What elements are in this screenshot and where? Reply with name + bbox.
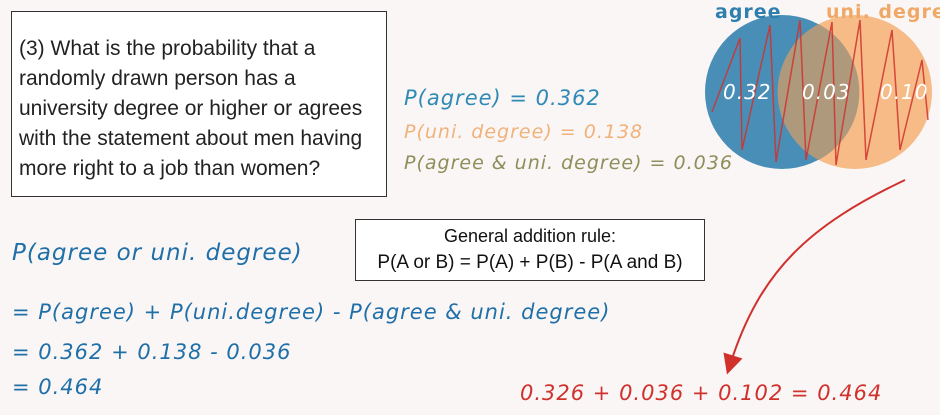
venn-region-uni-only: 0.10 [880, 80, 929, 104]
venn-label-agree: agree [715, 1, 782, 23]
work-lhs: P(agree or uni. degree) [12, 240, 303, 266]
venn-region-both: 0.03 [802, 80, 851, 104]
work-line2: = 0.362 + 0.138 - 0.036 [12, 340, 292, 364]
work-line3: = 0.464 [12, 375, 104, 399]
rule-title: General addition rule: [443, 226, 617, 246]
work-line1: = P(agree) + P(uni.degree) - P(agree & u… [12, 300, 611, 324]
alt-sum: 0.326 + 0.036 + 0.102 = 0.464 [520, 381, 883, 405]
addition-rule-box: General addition rule: P(A or B) = P(A) … [355, 219, 705, 281]
rule-formula: P(A or B) = P(A) + P(B) - P(A and B) [377, 252, 683, 273]
venn-label-uni: uni. degree [826, 1, 940, 23]
arrow [723, 179, 906, 375]
venn-region-agree-only: 0.32 [723, 80, 772, 104]
